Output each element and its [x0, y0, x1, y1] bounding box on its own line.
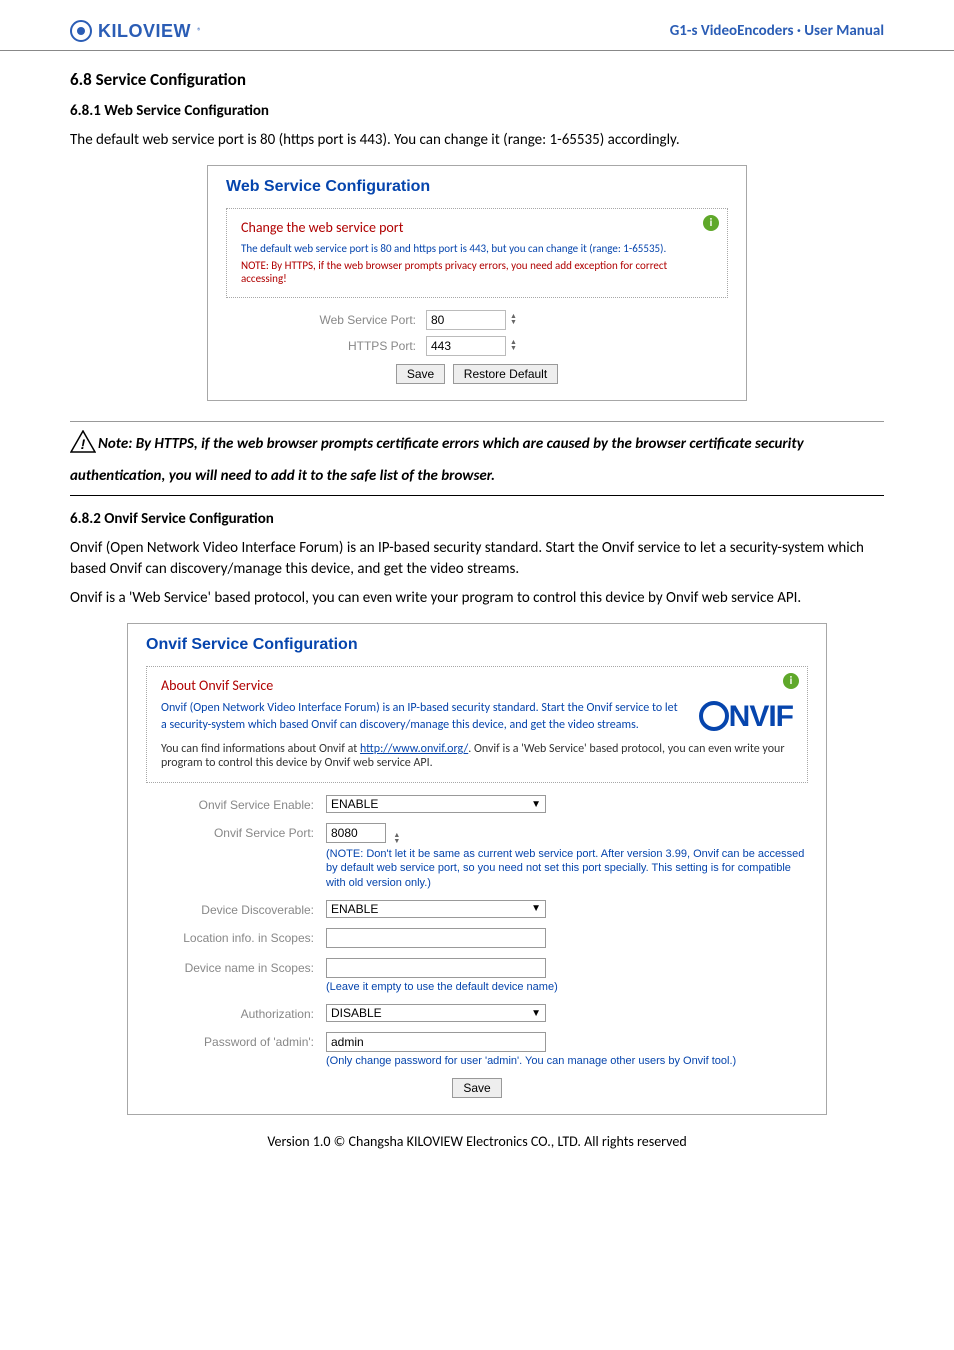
web-service-panel: Web Service Configuration i Change the w… — [207, 165, 747, 401]
chevron-down-icon: ▼ — [531, 1008, 541, 1019]
manual-title: G1-s VideoEncoders · User Manual — [670, 22, 884, 40]
sub2-intro2: Onvif is a 'Web Service' based protocol,… — [70, 588, 884, 609]
web-port-label: Web Service Port: — [226, 313, 426, 327]
location-scopes-label: Location info. in Scopes: — [146, 928, 326, 945]
sub2-intro1: Onvif (Open Network Video Interface Foru… — [70, 538, 884, 580]
web-panel-title: Web Service Configuration — [226, 178, 728, 196]
restore-default-button[interactable]: Restore Default — [453, 364, 558, 384]
device-name-scopes-input[interactable] — [326, 958, 546, 978]
onvif-port-label: Onvif Service Port: — [146, 823, 326, 840]
svg-text:!: ! — [81, 436, 86, 452]
admin-password-input[interactable] — [326, 1032, 546, 1052]
onvif-panel-title: Onvif Service Configuration — [146, 636, 808, 654]
save-button[interactable]: Save — [396, 364, 445, 384]
web-box-line2: NOTE: By HTTPS, if the web browser promp… — [241, 259, 713, 285]
subsection-heading-1: 6.8.1 Web Service Configuration — [70, 102, 884, 120]
subsection-heading-2: 6.8.2 Onvif Service Configuration — [70, 510, 884, 528]
device-name-note: (Leave it empty to use the default devic… — [326, 980, 808, 994]
onvif-about-para2: You can find informations about Onvif at… — [161, 742, 793, 770]
onvif-enable-select[interactable]: ENABLE▼ — [326, 795, 546, 813]
https-port-row: HTTPS Port: ▲▼ — [226, 336, 728, 356]
spinner-icon[interactable]: ▲▼ — [393, 833, 400, 845]
logo: KILOVIEW® — [70, 20, 202, 42]
onvif-about-box: i About Onvif Service Onvif (Open Networ… — [146, 666, 808, 783]
logo-text: KILOVIEW — [98, 21, 191, 42]
web-box-heading: Change the web service port — [241, 219, 713, 236]
info-icon: i — [783, 673, 799, 689]
onvif-enable-label: Onvif Service Enable: — [146, 795, 326, 812]
web-port-row: Web Service Port: ▲▼ — [226, 310, 728, 330]
onvif-about-para1: Onvif (Open Network Video Interface Foru… — [161, 700, 685, 734]
sub1-intro: The default web service port is 80 (http… — [70, 130, 884, 151]
chevron-down-icon: ▼ — [531, 799, 541, 810]
onvif-port-note: (NOTE: Don't let it be same as current w… — [326, 847, 808, 890]
spinner-icon[interactable]: ▲▼ — [510, 340, 517, 352]
divider — [70, 495, 884, 496]
device-name-scopes-label: Device name in Scopes: — [146, 958, 326, 975]
onvif-port-input[interactable] — [326, 823, 386, 843]
admin-password-note: (Only change password for user 'admin'. … — [326, 1054, 808, 1068]
admin-password-label: Password of 'admin': — [146, 1032, 326, 1049]
web-info-box: i Change the web service port The defaul… — [226, 208, 728, 298]
section-heading: 6.8 Service Configuration — [70, 69, 884, 90]
discoverable-select[interactable]: ENABLE▼ — [326, 900, 546, 918]
onvif-save-button[interactable]: Save — [452, 1078, 501, 1098]
web-box-line1: The default web service port is 80 and h… — [241, 242, 713, 255]
divider — [70, 421, 884, 422]
discoverable-label: Device Discoverable: — [146, 900, 326, 917]
onvif-logo: NVIF — [699, 700, 793, 734]
warning-icon: ! — [70, 430, 96, 464]
https-port-label: HTTPS Port: — [226, 339, 426, 353]
onvif-link[interactable]: http://www.onvif.org/ — [360, 742, 468, 756]
info-icon: i — [703, 215, 719, 231]
onvif-service-panel: Onvif Service Configuration i About Onvi… — [127, 623, 827, 1115]
https-port-input[interactable] — [426, 336, 506, 356]
chevron-down-icon: ▼ — [531, 903, 541, 914]
page-header: KILOVIEW® G1-s VideoEncoders · User Manu… — [0, 0, 954, 51]
https-note: ! Note: By HTTPS, if the web browser pro… — [70, 430, 884, 489]
authorization-select[interactable]: DISABLE▼ — [326, 1004, 546, 1022]
onvif-about-heading: About Onvif Service — [161, 677, 793, 694]
location-scopes-input[interactable] — [326, 928, 546, 948]
spinner-icon[interactable]: ▲▼ — [510, 314, 517, 326]
authorization-label: Authorization: — [146, 1004, 326, 1021]
web-port-input[interactable] — [426, 310, 506, 330]
page-footer: Version 1.0 © Changsha KILOVIEW Electron… — [70, 1133, 884, 1150]
logo-icon — [70, 20, 92, 42]
